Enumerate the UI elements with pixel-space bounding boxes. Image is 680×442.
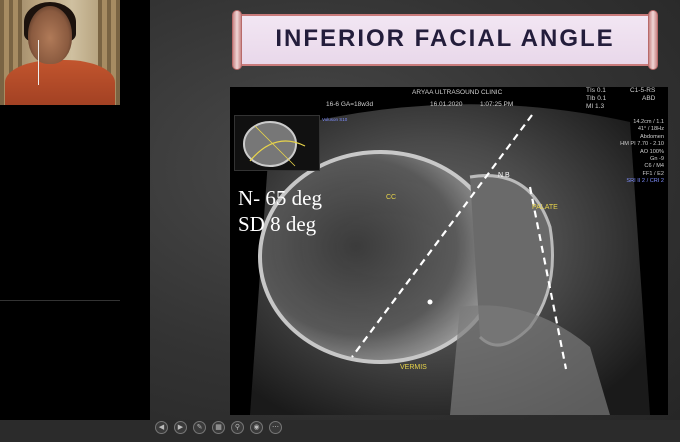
param-sri: SRI II 2 / CRI 2 (626, 178, 664, 185)
mechanical-index: MI 1.3 (586, 103, 605, 110)
label-palate: PALATE (532, 204, 558, 211)
param: 41° / 18Hz (637, 126, 664, 133)
title-banner: INFERIOR FACIAL ANGLE (232, 10, 658, 70)
clinic-name: ARYAA ULTRASOUND CLINIC (412, 89, 503, 96)
slide-title: INFERIOR FACIAL ANGLE (275, 25, 615, 52)
presentation-toolbar (0, 420, 680, 442)
ti-soft: TIs 0.1 (586, 87, 606, 94)
param: Gn -9 (650, 156, 664, 163)
panel-divider (0, 300, 120, 301)
param: AO 100% (640, 148, 664, 155)
slides-grid-icon[interactable]: ▦ (212, 421, 225, 434)
next-slide-icon[interactable]: ▶ (174, 421, 187, 434)
earphone-cable (38, 40, 39, 85)
param: HM PI 7.70 - 2.10 (620, 141, 664, 148)
param: 14.2cm / 1.1 (633, 119, 664, 125)
presenter-face (28, 6, 72, 64)
previous-slide-icon[interactable]: ◀ (155, 421, 168, 434)
probe-type: C1-5-RS (630, 87, 656, 94)
presenter-body (5, 60, 115, 105)
label-cc: CC (386, 194, 397, 201)
webcam-video-tile (0, 0, 120, 105)
ti-bone: TIb 0.1 (586, 95, 607, 102)
label-nb: N B (498, 172, 510, 179)
exam-mode: ABD (642, 95, 656, 102)
zoom-icon[interactable]: ⚲ (231, 421, 244, 434)
scan-date: 16.01.2020 (430, 101, 463, 108)
normal-angle-text: N- 65 deg (238, 186, 322, 210)
label-vermis: VERMIS (400, 364, 427, 371)
thumbnail-label: Voluson S10 (322, 117, 348, 122)
more-options-icon[interactable]: ⋯ (269, 421, 282, 434)
ultrasound-header: ARYAA ULTRASOUND CLINIC 16-6 GA=18w3d 16… (230, 87, 668, 113)
param: C6 / M4 (644, 163, 664, 170)
orientation-thumbnail (234, 115, 320, 171)
param: Abdomen (640, 133, 664, 140)
scan-time: 1:07:25 PM (480, 101, 514, 108)
param: FF1 / E2 (642, 170, 664, 177)
gestational-age: 16-6 GA=18w3d (326, 101, 374, 108)
sd-angle-text: SD 8 deg (238, 212, 317, 236)
ultrasound-image: Voluson S10 ARYAA ULTRASOUND CLINIC 16-6… (230, 87, 668, 415)
pointer-icon[interactable]: ◉ (250, 421, 263, 434)
marker-dot (427, 299, 433, 305)
pen-icon[interactable]: ✎ (193, 421, 206, 434)
scan-parameters: 14.2cm / 1.1 41° / 18Hz Abdomen HM PI 7.… (620, 119, 664, 186)
